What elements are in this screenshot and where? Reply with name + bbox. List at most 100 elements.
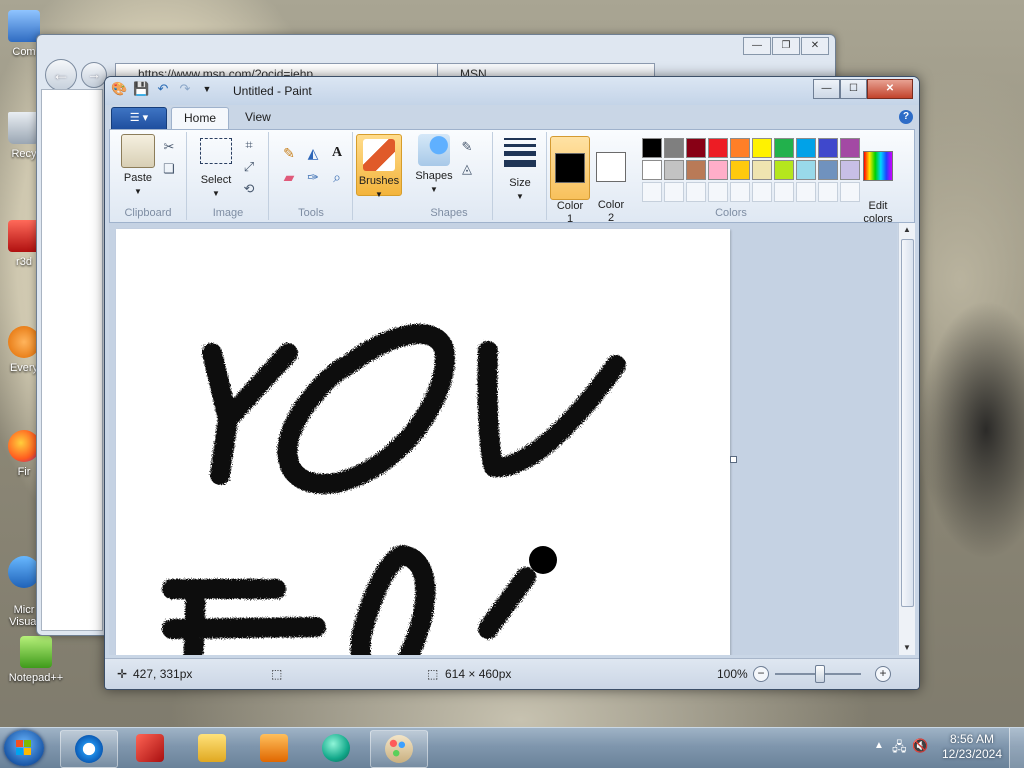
- resize-icon[interactable]: ⤢: [240, 158, 258, 176]
- palette-color-swatch[interactable]: [752, 160, 772, 180]
- cut-icon[interactable]: ✂: [160, 138, 178, 156]
- start-button[interactable]: [4, 730, 44, 766]
- zoom-out-button[interactable]: −: [753, 666, 769, 682]
- taskbar-app-teal[interactable]: [308, 730, 364, 766]
- palette-color-swatch[interactable]: [796, 138, 816, 158]
- taskbar-file-explorer[interactable]: [184, 730, 240, 766]
- palette-color-swatch[interactable]: [774, 160, 794, 180]
- palette-color-swatch[interactable]: [840, 138, 860, 158]
- clock[interactable]: 8:56 AM 12/23/2024: [942, 732, 1002, 762]
- browser-minimize-button[interactable]: —: [743, 37, 771, 55]
- select-button[interactable]: Select ▼: [194, 134, 238, 200]
- color-picker-icon[interactable]: ✑: [302, 166, 324, 188]
- show-desktop-button[interactable]: [1009, 728, 1024, 768]
- close-button[interactable]: ✕: [867, 79, 913, 99]
- custom-color-slot[interactable]: [642, 182, 662, 202]
- copy-icon[interactable]: ❏: [160, 160, 178, 178]
- zoom-slider-thumb[interactable]: [815, 665, 825, 683]
- palette-color-swatch[interactable]: [642, 138, 662, 158]
- taskbar-internet-explorer[interactable]: [60, 730, 118, 768]
- taskbar-media-player[interactable]: [246, 730, 302, 766]
- volume-muted-icon[interactable]: 🔇: [912, 738, 928, 754]
- palette-color-swatch[interactable]: [774, 138, 794, 158]
- media-player-icon: [260, 734, 288, 762]
- browser-close-button[interactable]: ✕: [801, 37, 829, 55]
- browser-restore-button[interactable]: ❐: [772, 37, 800, 55]
- show-hidden-icons-icon[interactable]: ▲: [874, 740, 884, 751]
- vertical-scrollbar[interactable]: ▲ ▼: [898, 223, 915, 655]
- drawing-canvas[interactable]: [116, 229, 730, 655]
- scroll-down-arrow[interactable]: ▼: [899, 641, 915, 655]
- canvas-viewport[interactable]: [109, 223, 897, 655]
- palette-color-swatch[interactable]: [730, 160, 750, 180]
- shapes-button[interactable]: Shapes ▼: [412, 134, 456, 196]
- palette-color-swatch[interactable]: [708, 160, 728, 180]
- palette-color-swatch[interactable]: [686, 138, 706, 158]
- text-icon[interactable]: A: [326, 142, 348, 164]
- browser-back-button[interactable]: ←: [45, 59, 77, 91]
- palette-color-swatch[interactable]: [664, 138, 684, 158]
- image-group: Select ▼ ⌗ ⤢ ⟲ Image: [188, 132, 269, 220]
- palette-color-swatch[interactable]: [752, 138, 772, 158]
- paint-menu-button[interactable]: ☰ ▾: [111, 107, 167, 130]
- internet-explorer-icon: [75, 735, 103, 763]
- palette-color-swatch[interactable]: [818, 138, 838, 158]
- crop-icon[interactable]: ⌗: [240, 136, 258, 154]
- palette-color-swatch[interactable]: [642, 160, 662, 180]
- eraser-icon[interactable]: ▰: [278, 166, 300, 188]
- scroll-thumb[interactable]: [901, 239, 914, 607]
- paint-window[interactable]: 🎨 💾 ↶ ↷ ▼ Untitled - Paint — ☐ ✕ ☰ ▾ Hom…: [104, 76, 920, 690]
- desktop-icon-notepad-plus-plus[interactable]: Notepad++: [4, 636, 68, 684]
- canvas-resize-handle-right[interactable]: [730, 456, 737, 463]
- custom-color-slot[interactable]: [664, 182, 684, 202]
- outline-icon[interactable]: ✎: [458, 138, 476, 156]
- rotate-icon[interactable]: ⟲: [240, 180, 258, 198]
- minimize-button[interactable]: —: [813, 79, 840, 99]
- fill-icon[interactable]: ◭: [302, 142, 324, 164]
- custom-color-slot[interactable]: [818, 182, 838, 202]
- palette-color-swatch[interactable]: [686, 160, 706, 180]
- palette-color-swatch[interactable]: [730, 138, 750, 158]
- shape-fill-icon[interactable]: ◬: [458, 160, 476, 178]
- color2-button[interactable]: Color 2: [592, 136, 630, 224]
- custom-color-slot[interactable]: [752, 182, 772, 202]
- maximize-button[interactable]: ☐: [840, 79, 867, 99]
- save-icon[interactable]: 💾: [133, 81, 149, 97]
- clock-date: 12/23/2024: [941, 747, 1002, 761]
- paste-label: Paste: [123, 172, 153, 184]
- size-button[interactable]: Size ▼: [500, 136, 540, 203]
- caption-buttons: — ☐ ✕: [813, 79, 913, 99]
- help-icon[interactable]: ?: [899, 110, 913, 124]
- palette-color-swatch[interactable]: [840, 160, 860, 180]
- magnifier-icon[interactable]: ⌕: [326, 166, 348, 188]
- palette-color-swatch[interactable]: [796, 160, 816, 180]
- custom-color-slot[interactable]: [796, 182, 816, 202]
- redo-icon[interactable]: ↷: [177, 81, 193, 97]
- brushes-button[interactable]: Brushes ▼: [356, 134, 402, 199]
- scroll-up-arrow[interactable]: ▲: [899, 223, 915, 237]
- paste-button[interactable]: Paste ▼: [118, 134, 158, 198]
- undo-icon[interactable]: ↶: [155, 81, 171, 97]
- paint-app-icon[interactable]: 🎨: [111, 81, 127, 97]
- pencil-icon[interactable]: ✎: [278, 142, 300, 164]
- custom-color-slot[interactable]: [840, 182, 860, 202]
- tab-home[interactable]: Home: [171, 107, 230, 129]
- custom-color-slot[interactable]: [774, 182, 794, 202]
- palette-color-swatch[interactable]: [664, 160, 684, 180]
- zoom-in-button[interactable]: +: [875, 666, 891, 682]
- custom-color-slot[interactable]: [686, 182, 706, 202]
- customize-qat-icon[interactable]: ▼: [199, 81, 215, 97]
- taskbar-paint[interactable]: [370, 730, 428, 768]
- palette-color-swatch[interactable]: [818, 160, 838, 180]
- tab-view[interactable]: View: [233, 107, 283, 128]
- image-size-icon: ⬚: [427, 667, 439, 681]
- cursor-position-icon: ✛: [117, 667, 128, 681]
- palette-color-swatch[interactable]: [708, 138, 728, 158]
- custom-color-slot[interactable]: [730, 182, 750, 202]
- color1-button[interactable]: Color 1: [550, 136, 590, 225]
- title-bar[interactable]: 🎨 💾 ↶ ↷ ▼ Untitled - Paint — ☐ ✕: [105, 77, 919, 105]
- clipboard-icon: [121, 134, 155, 168]
- network-icon[interactable]: 🖧: [892, 738, 907, 760]
- taskbar-app-red[interactable]: [122, 730, 178, 766]
- custom-color-slot[interactable]: [708, 182, 728, 202]
